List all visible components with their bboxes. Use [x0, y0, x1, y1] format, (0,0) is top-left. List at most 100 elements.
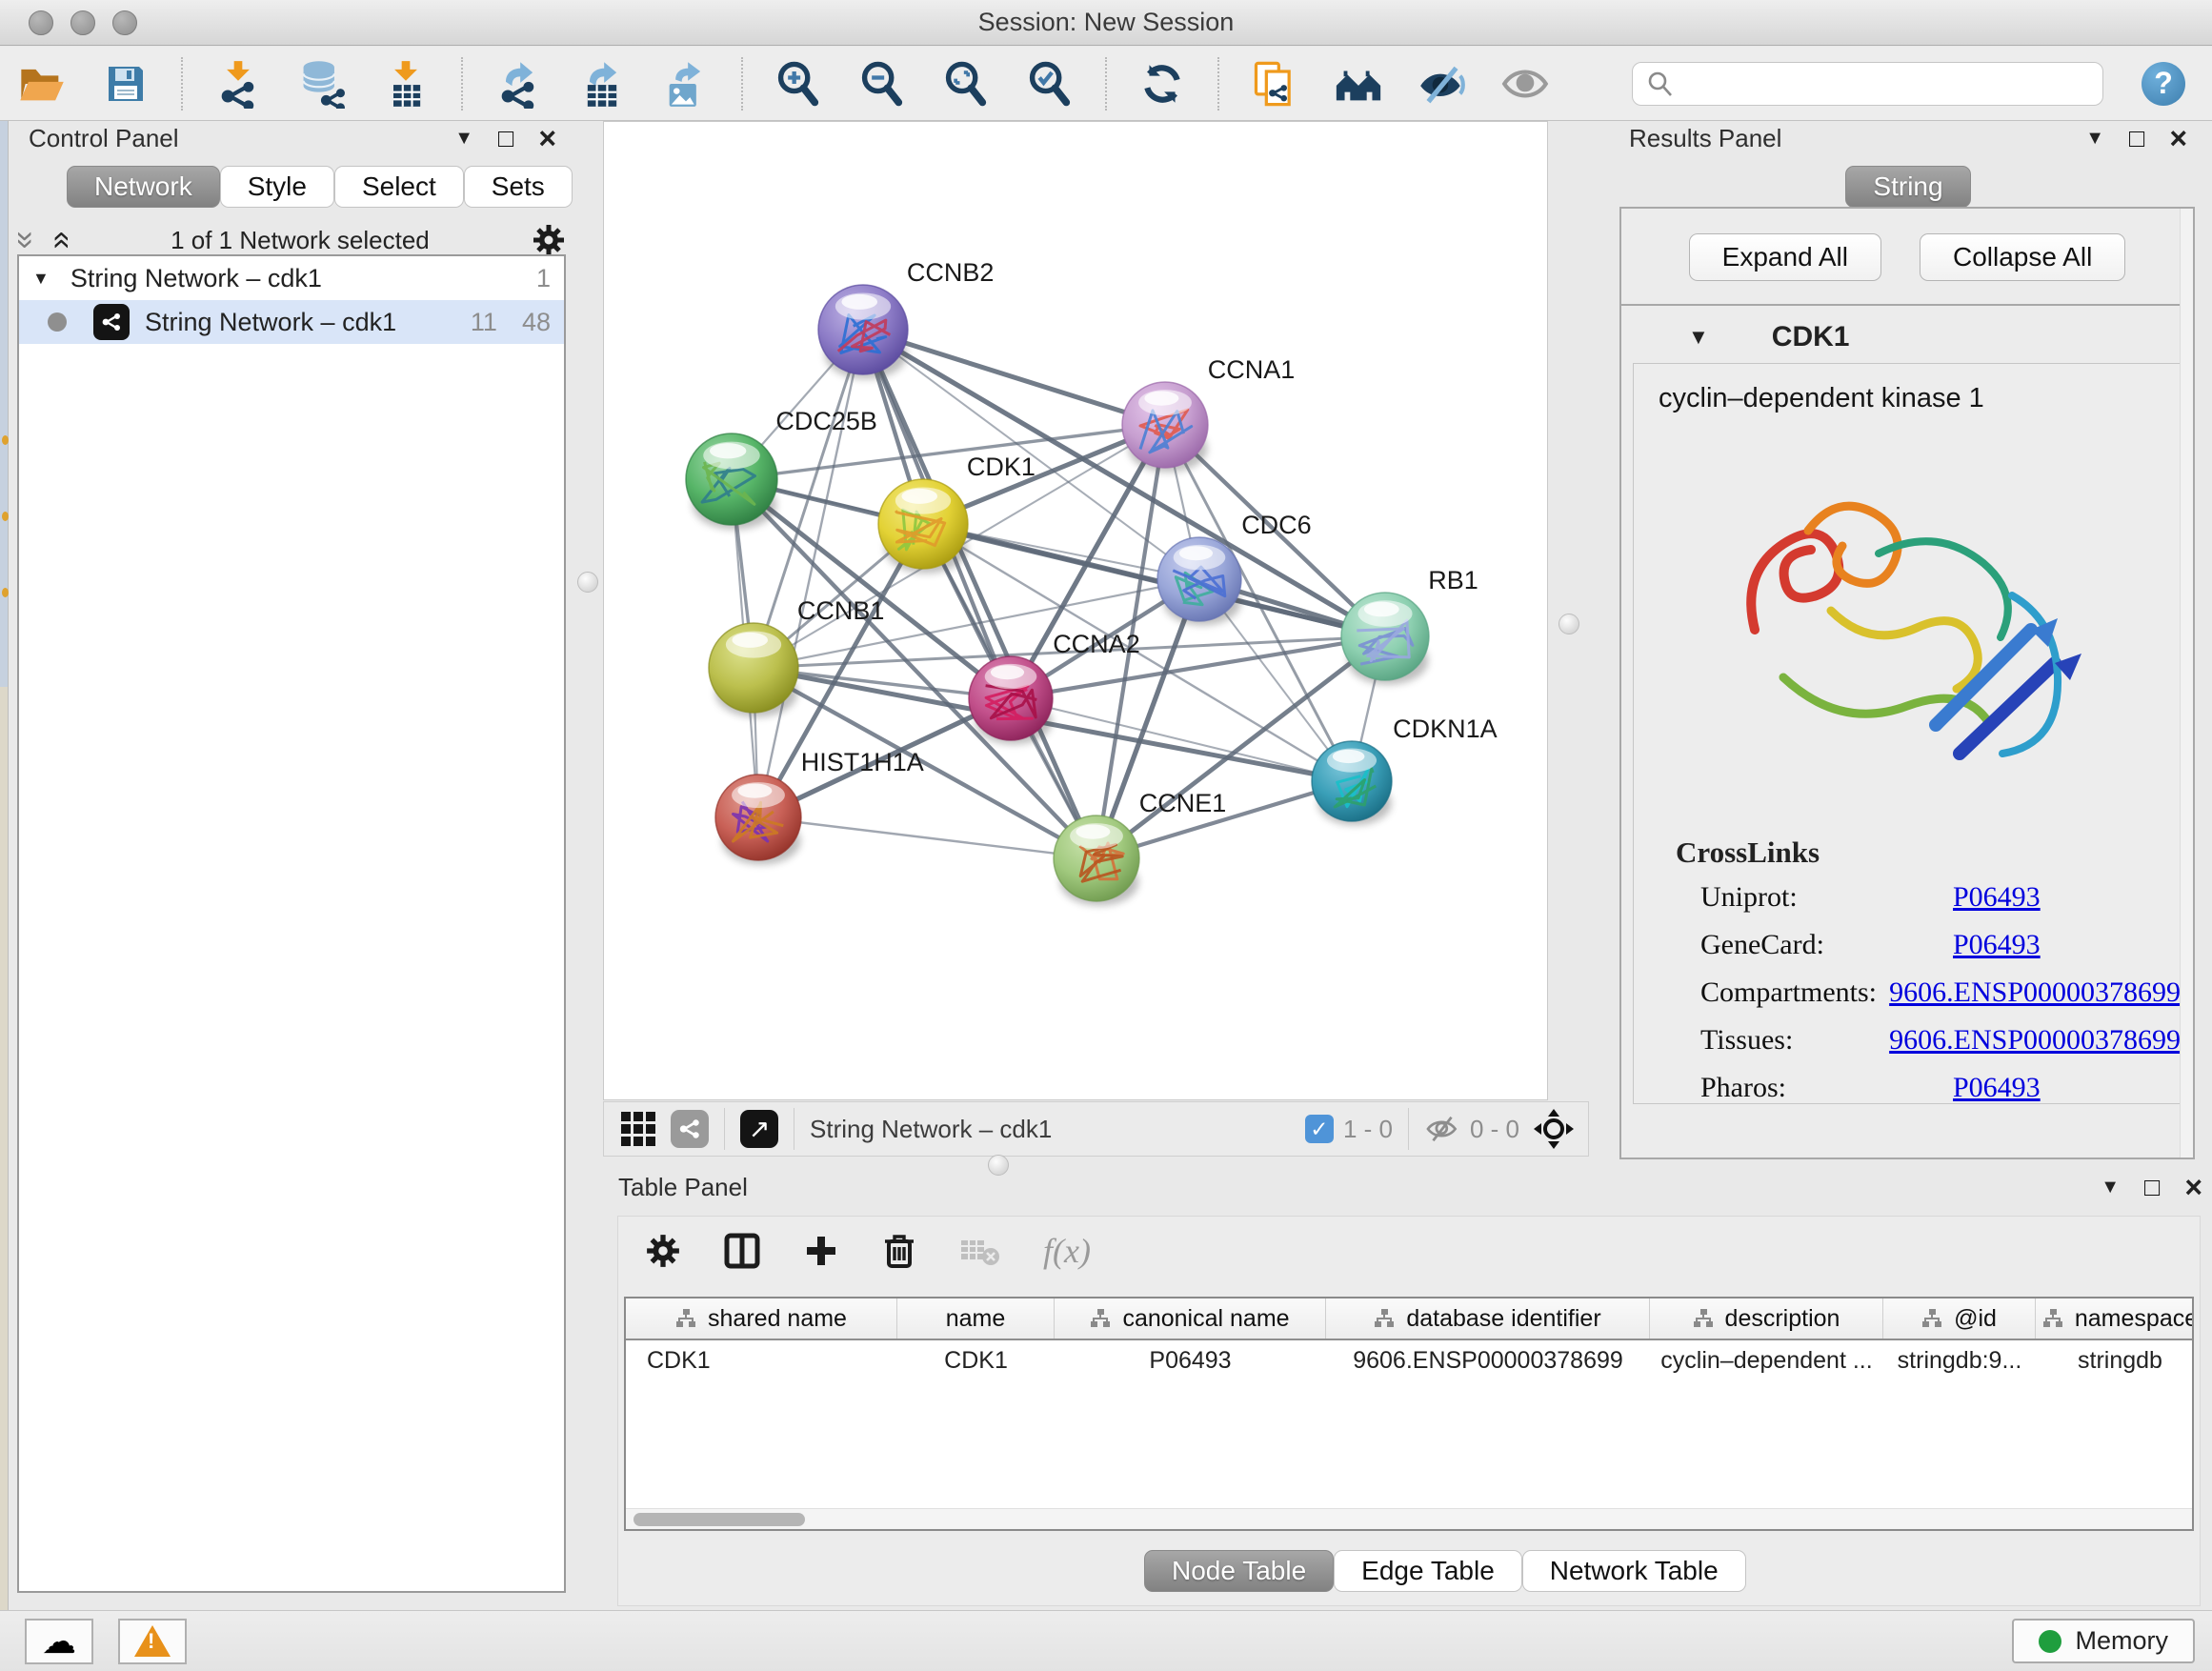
delete-column-trash-icon[interactable] — [881, 1232, 917, 1270]
gene-expand-icon[interactable]: ▼ — [1688, 325, 1709, 350]
selected-checkbox-icon[interactable]: ✓ — [1305, 1115, 1334, 1143]
float-panel-icon[interactable]: □ — [2144, 1173, 2160, 1202]
birdseye-crosshair-icon[interactable] — [1533, 1108, 1575, 1150]
table-horizontal-scrollbar[interactable] — [626, 1508, 2192, 1529]
panel-menu-icon[interactable]: ▼ — [454, 128, 473, 150]
panel-menu-icon[interactable]: ▼ — [2085, 128, 2104, 150]
apply-preferred-layout-button[interactable] — [1136, 58, 1188, 110]
column-header[interactable]: name — [897, 1299, 1055, 1339]
table-row[interactable]: CDK1 CDK1 P06493 9606.ENSP00000378699 cy… — [626, 1340, 2192, 1380]
node-CCNE1[interactable] — [1054, 815, 1139, 906]
import-table-from-file-button[interactable] — [380, 58, 432, 110]
zoom-in-button[interactable] — [773, 58, 824, 110]
column-header[interactable]: namespace — [2036, 1299, 2194, 1339]
node-CCNB1[interactable] — [709, 623, 798, 717]
tab-network-table[interactable]: Network Table — [1522, 1550, 1746, 1592]
string-network-graph[interactable]: CCNB2CCNA1CDC25BCDK1CDC6RB1CCNB1CCNA2CDK… — [604, 122, 1547, 1099]
hide-selection-button[interactable] — [1417, 58, 1468, 110]
export-image-button[interactable] — [660, 58, 712, 110]
memory-status-dot — [2039, 1630, 2061, 1653]
edge-CCNB2-CCNA1[interactable] — [863, 330, 1165, 425]
node-label-CCNA1: CCNA1 — [1208, 355, 1296, 384]
gear-icon[interactable] — [532, 223, 566, 257]
help-button[interactable]: ? — [2142, 62, 2185, 106]
splitter-handle[interactable] — [577, 572, 598, 593]
network-canvas[interactable]: CCNB2CCNA1CDC25BCDK1CDC6RB1CCNB1CCNA2CDK… — [603, 121, 1548, 1100]
clone-network-button[interactable] — [1249, 58, 1300, 110]
open-session-button[interactable] — [16, 58, 68, 110]
collapse-all-button[interactable]: Collapse All — [1920, 233, 2125, 281]
export-table-button[interactable] — [576, 58, 628, 110]
zoom-selected-button[interactable] — [1024, 58, 1076, 110]
tab-style[interactable]: Style — [220, 166, 334, 208]
close-panel-icon[interactable]: × — [2184, 1170, 2202, 1205]
search-input[interactable] — [1684, 70, 2084, 97]
column-header[interactable]: shared name — [626, 1299, 897, 1339]
show-columns-icon[interactable] — [723, 1232, 761, 1270]
column-header[interactable]: @id — [1883, 1299, 2036, 1339]
tab-string[interactable]: String — [1845, 166, 1970, 208]
splitter-handle[interactable] — [1558, 614, 1579, 634]
expand-all-button[interactable]: Expand All — [1689, 233, 1881, 281]
import-network-from-database-button[interactable] — [296, 58, 348, 110]
table-settings-gear-icon[interactable] — [645, 1233, 681, 1269]
node-CCNA1[interactable] — [1122, 382, 1208, 473]
crosslink-link[interactable]: P06493 — [1953, 929, 2041, 961]
node-RB1[interactable] — [1341, 593, 1429, 685]
edge-CCNB2-CCNE1[interactable] — [863, 330, 1096, 858]
edge-HIST1H1A-CCNE1[interactable] — [758, 817, 1096, 858]
grid-mode-icon[interactable] — [621, 1112, 655, 1146]
export-network-button[interactable] — [493, 58, 544, 110]
results-scrollbar[interactable] — [2180, 209, 2193, 1158]
tab-network[interactable]: Network — [67, 166, 220, 208]
first-neighbors-button[interactable] — [1333, 58, 1384, 110]
network-collection-row[interactable]: ▼ String Network – cdk1 1 — [19, 256, 564, 300]
node-count: 11 — [471, 308, 497, 337]
crosslink-link[interactable]: 9606.ENSP00000378699 — [1889, 1024, 2181, 1057]
node-HIST1H1A[interactable] — [715, 775, 801, 865]
crosslink-link[interactable]: P06493 — [1953, 881, 2041, 914]
edge-CCNA2-CDKN1A[interactable] — [1011, 698, 1352, 781]
scrollbar-thumb[interactable] — [633, 1513, 805, 1526]
column-header[interactable]: canonical name — [1055, 1299, 1326, 1339]
show-all-button[interactable] — [1500, 58, 1552, 110]
zoom-fit-button[interactable] — [940, 58, 992, 110]
node-CCNA2[interactable] — [969, 656, 1053, 744]
node-CDKN1A[interactable] — [1312, 741, 1392, 825]
tab-sets[interactable]: Sets — [464, 166, 573, 208]
crosslink-link[interactable]: P06493 — [1953, 1072, 2041, 1104]
close-panel-icon[interactable]: × — [2169, 121, 2187, 156]
crosslink-link[interactable]: 9606.ENSP00000378699 — [1889, 976, 2181, 1009]
column-namespace-icon — [1374, 1308, 1395, 1329]
column-header[interactable]: description — [1650, 1299, 1883, 1339]
string-view-icon[interactable] — [671, 1110, 709, 1148]
tab-select[interactable]: Select — [334, 166, 464, 208]
crosslink-row: GeneCard: P06493 — [1634, 921, 2181, 969]
cloud-services-button[interactable]: ☁ — [25, 1619, 93, 1664]
toolbar-search — [1632, 62, 2103, 106]
node-label-CDC6: CDC6 — [1241, 511, 1312, 539]
node-CDC6[interactable] — [1157, 537, 1241, 625]
float-panel-icon[interactable]: □ — [2129, 124, 2144, 153]
zoom-out-button[interactable] — [856, 58, 908, 110]
panel-menu-icon[interactable]: ▼ — [2101, 1177, 2120, 1198]
close-panel-icon[interactable]: × — [538, 121, 556, 156]
edge-CCNB2-HIST1H1A[interactable] — [758, 330, 863, 817]
tab-edge-table[interactable]: Edge Table — [1334, 1550, 1522, 1592]
warnings-button[interactable] — [118, 1619, 187, 1664]
collection-expand-icon[interactable]: ▼ — [32, 269, 50, 289]
save-session-button[interactable] — [100, 58, 151, 110]
node-CDC25B[interactable] — [686, 433, 777, 530]
column-header[interactable]: database identifier — [1326, 1299, 1650, 1339]
detach-view-icon[interactable]: ↗ — [740, 1110, 778, 1148]
add-column-icon[interactable] — [803, 1233, 839, 1269]
network-row[interactable]: String Network – cdk1 11 48 — [19, 300, 564, 344]
selected-count: 1 - 0 — [1343, 1115, 1393, 1144]
tab-node-table[interactable]: Node Table — [1144, 1550, 1334, 1592]
node-CCNB2[interactable] — [818, 285, 908, 379]
import-network-from-file-button[interactable] — [212, 58, 264, 110]
string-network-icon — [93, 304, 130, 340]
memory-button[interactable]: Memory — [2012, 1619, 2195, 1663]
node-CDK1[interactable] — [878, 479, 968, 574]
float-panel-icon[interactable]: □ — [498, 124, 513, 153]
